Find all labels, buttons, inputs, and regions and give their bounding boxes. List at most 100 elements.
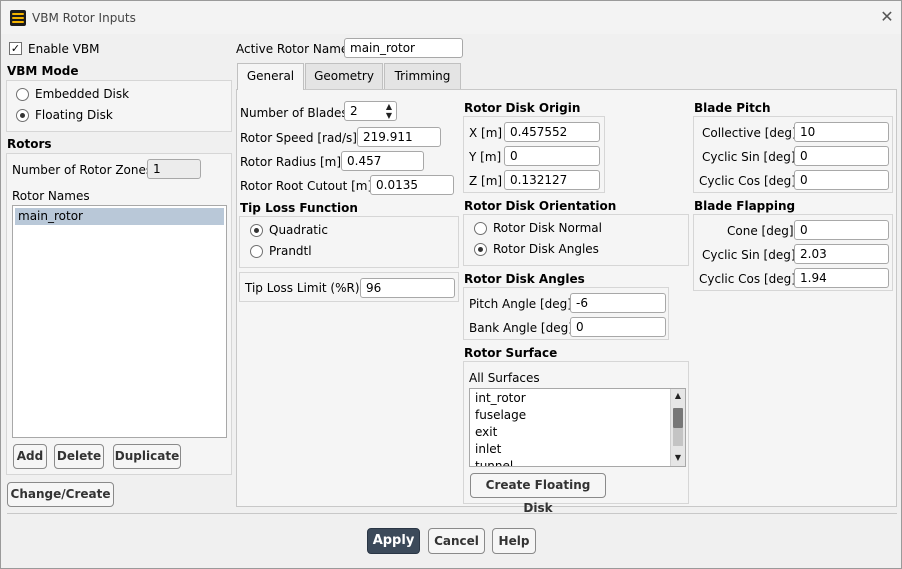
list-item[interactable]: int_rotor — [472, 390, 526, 407]
list-item[interactable]: fuselage — [472, 407, 526, 424]
rotor-disk-origin-group: X [m] 0.457552 Y [m] 0 Z [m] 0.132127 — [463, 116, 605, 193]
rotor-disk-orientation-title: Rotor Disk Orientation — [464, 199, 617, 213]
num-blades-label: Number of Blades — [240, 106, 348, 120]
enable-vbm-label: Enable VBM — [28, 42, 100, 56]
embedded-disk-radio[interactable] — [16, 88, 29, 101]
origin-y-label: Y [m] — [469, 150, 502, 164]
apply-button[interactable]: Apply — [367, 528, 420, 554]
surface-list[interactable]: int_rotor fuselage exit inlet tunnel ▲ ▼ — [469, 388, 686, 467]
cone-field[interactable]: 0 — [794, 220, 889, 240]
prandtl-label: Prandtl — [269, 244, 312, 258]
spin-down-icon[interactable]: ▼ — [383, 111, 395, 120]
tab-geometry[interactable]: Geometry — [305, 63, 383, 89]
num-blades-value: 2 — [350, 104, 358, 118]
all-surfaces-label: All Surfaces — [469, 371, 540, 385]
tab-general[interactable]: General — [237, 63, 304, 90]
rotor-disk-normal-label: Rotor Disk Normal — [493, 221, 602, 235]
flap-cyclic-cos-label: Cyclic Cos [deg] — [699, 272, 796, 286]
collective-label: Collective [deg] — [702, 126, 797, 140]
embedded-disk-label: Embedded Disk — [35, 87, 130, 101]
pitch-angle-field[interactable]: -6 — [570, 293, 666, 313]
floating-disk-radio[interactable] — [16, 109, 29, 122]
rotor-speed-label: Rotor Speed [rad/s] — [240, 131, 357, 145]
blade-flapping-group: Cone [deg] 0 Cyclic Sin [deg] 2.03 Cycli… — [693, 214, 893, 291]
tip-loss-limit-label: Tip Loss Limit (%R) — [245, 281, 360, 295]
window-title: VBM Rotor Inputs — [32, 11, 136, 25]
blade-pitch-group: Collective [deg] 10 Cyclic Sin [deg] 0 C… — [693, 116, 893, 193]
rotor-disk-angles-group: Pitch Angle [deg] -6 Bank Angle [deg] 0 — [463, 287, 669, 340]
origin-z-label: Z [m] — [469, 174, 503, 188]
blade-flapping-title: Blade Flapping — [694, 199, 796, 213]
origin-y-field[interactable]: 0 — [504, 146, 600, 166]
spin-up-icon[interactable]: ▲ — [383, 102, 395, 111]
vbm-mode-group: Embedded Disk Floating Disk — [6, 80, 232, 132]
rotor-speed-field[interactable]: 219.911 — [357, 127, 441, 147]
flap-cyclic-sin-field[interactable]: 2.03 — [794, 244, 889, 264]
quadratic-radio[interactable] — [250, 224, 263, 237]
pitch-cyclic-sin-label: Cyclic Sin [deg] — [702, 150, 796, 164]
rotor-disk-angles-title: Rotor Disk Angles — [464, 272, 585, 286]
footer-divider — [7, 513, 897, 514]
floating-disk-label: Floating Disk — [35, 108, 113, 122]
rotor-disk-angles-radio[interactable] — [474, 243, 487, 256]
origin-z-field[interactable]: 0.132127 — [504, 170, 600, 190]
bank-angle-field[interactable]: 0 — [570, 317, 666, 337]
rotor-disk-angles-label: Rotor Disk Angles — [493, 242, 599, 256]
root-cutout-label: Rotor Root Cutout [m] — [240, 179, 373, 193]
tip-loss-function-title: Tip Loss Function — [240, 201, 358, 215]
rotor-names-label: Rotor Names — [12, 189, 90, 203]
active-rotor-name-label: Active Rotor Name — [236, 42, 349, 56]
rotor-disk-origin-title: Rotor Disk Origin — [464, 101, 581, 115]
rotors-title: Rotors — [7, 137, 52, 151]
tip-loss-group: Quadratic Prandtl — [239, 216, 459, 268]
rotors-group: Number of Rotor Zones 1 Rotor Names main… — [6, 153, 232, 475]
add-button[interactable]: Add — [13, 444, 47, 469]
list-item[interactable]: exit — [472, 424, 497, 441]
rotor-surface-group: All Surfaces int_rotor fuselage exit inl… — [463, 361, 689, 515]
tip-loss-limit-field[interactable]: 96 — [360, 278, 455, 298]
scroll-down-icon[interactable]: ▼ — [673, 453, 683, 463]
scrollbar-track[interactable] — [673, 428, 683, 446]
bank-angle-label: Bank Angle [deg] — [469, 321, 573, 335]
active-rotor-name-field[interactable]: main_rotor — [344, 38, 463, 58]
rotor-radius-field[interactable]: 0.457 — [341, 151, 424, 171]
cancel-button[interactable]: Cancel — [428, 528, 485, 554]
scroll-up-icon[interactable]: ▲ — [673, 391, 683, 401]
num-rotor-zones-label: Number of Rotor Zones — [12, 163, 153, 177]
list-item[interactable]: main_rotor — [15, 208, 224, 225]
app-logo-icon — [10, 10, 26, 26]
origin-x-label: X [m] — [469, 126, 503, 140]
title-bar: VBM Rotor Inputs ✕ — [1, 1, 901, 34]
quadratic-label: Quadratic — [269, 223, 328, 237]
help-button[interactable]: Help — [492, 528, 536, 554]
pitch-cyclic-cos-field[interactable]: 0 — [794, 170, 889, 190]
vbm-rotor-inputs-dialog: VBM Rotor Inputs ✕ ✓ Enable VBM VBM Mode… — [0, 0, 902, 569]
enable-vbm-checkbox[interactable]: ✓ — [9, 42, 22, 55]
origin-x-field[interactable]: 0.457552 — [504, 122, 600, 142]
tip-loss-limit-group: Tip Loss Limit (%R) 96 — [239, 272, 459, 302]
flap-cyclic-sin-label: Cyclic Sin [deg] — [702, 248, 796, 262]
rotor-names-list[interactable]: main_rotor — [12, 205, 227, 438]
flap-cyclic-cos-field[interactable]: 1.94 — [794, 268, 889, 288]
cone-label: Cone [deg] — [727, 224, 794, 238]
rotor-radius-label: Rotor Radius [m] — [240, 155, 342, 169]
pitch-angle-label: Pitch Angle [deg] — [469, 297, 572, 311]
duplicate-button[interactable]: Duplicate — [113, 444, 181, 469]
change-create-button[interactable]: Change/Create — [7, 482, 114, 507]
create-floating-disk-button[interactable]: Create Floating Disk — [470, 473, 606, 515]
scrollbar-thumb[interactable] — [673, 408, 683, 428]
vbm-mode-title: VBM Mode — [7, 64, 79, 78]
collective-field[interactable]: 10 — [794, 122, 889, 142]
delete-button[interactable]: Delete — [54, 444, 104, 469]
tab-trimming[interactable]: Trimming — [384, 63, 461, 89]
surface-list-scrollbar[interactable]: ▲ ▼ — [670, 389, 685, 466]
root-cutout-field[interactable]: 0.0135 — [370, 175, 454, 195]
num-rotor-zones-field[interactable]: 1 — [147, 159, 201, 179]
rotor-disk-normal-radio[interactable] — [474, 222, 487, 235]
close-icon[interactable]: ✕ — [877, 7, 897, 27]
pitch-cyclic-cos-label: Cyclic Cos [deg] — [699, 174, 796, 188]
prandtl-radio[interactable] — [250, 245, 263, 258]
list-item[interactable]: inlet — [472, 441, 501, 458]
list-item[interactable]: tunnel — [472, 458, 513, 466]
pitch-cyclic-sin-field[interactable]: 0 — [794, 146, 889, 166]
